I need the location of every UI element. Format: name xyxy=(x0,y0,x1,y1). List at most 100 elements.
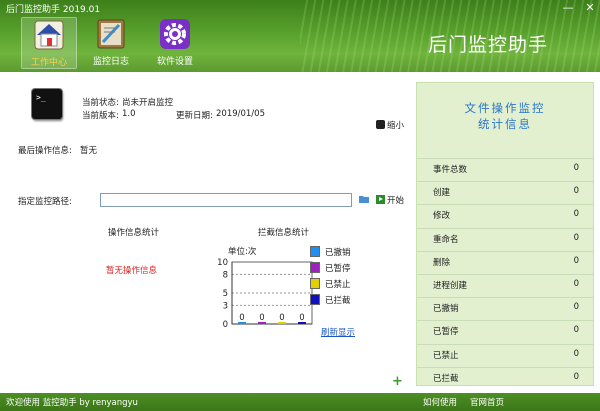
app-header: 后门监控助手 2019.01 — ✕ 后门监控助手 工作中心 监控日志 软件设置 xyxy=(0,0,600,72)
homepage-link[interactable]: 官网首页 xyxy=(470,396,504,408)
row-divider xyxy=(417,297,593,299)
stats-row-value: 0 xyxy=(573,279,579,289)
main-content: >_ 当前状态: 尚未开启监控 当前版本: 1.0 更新日期: 2019/01/… xyxy=(0,72,600,393)
nav-monitor-log[interactable]: 监控日志 xyxy=(83,17,139,69)
stats-row: 进程创建 0 xyxy=(417,274,593,296)
row-divider xyxy=(417,250,593,252)
last-op-value: 暂无 xyxy=(80,146,98,156)
stats-panel: 文件操作监控 统计信息 事件总数 0 创建 0 修改 0 重命名 0 删除 0 进程创建 0 已撤销 0 已… xyxy=(416,82,594,386)
stats-row-value: 0 xyxy=(573,232,579,243)
state-label: 当前状态: xyxy=(82,98,119,108)
stats-row-value: 0 xyxy=(573,186,579,197)
window-controls: — ✕ xyxy=(562,1,596,14)
row-divider xyxy=(417,320,593,322)
stats-row: 事件总数 0 xyxy=(417,158,593,180)
intercept-chart: 10 8 5 3 0 0 0 0 0 xyxy=(217,258,313,330)
y-tick-label: 0 xyxy=(223,320,228,330)
shrink-icon xyxy=(376,120,385,129)
row-divider xyxy=(417,158,593,159)
refresh-link[interactable]: 刷新显示 xyxy=(321,326,355,338)
stats-row-value: 0 xyxy=(573,371,579,382)
chart-legend: 已撤销 已暂停 已禁止 已拦截 xyxy=(310,246,370,306)
stats-row: 删除 0 xyxy=(417,250,593,273)
stats-row-value: 0 xyxy=(573,325,579,336)
shrink-label: 缩小 xyxy=(387,121,405,131)
legend-swatch xyxy=(310,294,320,305)
stats-title-line1: 文件操作监控 xyxy=(464,101,546,115)
bar-value-label: 0 xyxy=(239,313,244,323)
log-icon xyxy=(95,18,127,50)
stats-row: 已暂停 0 xyxy=(417,320,593,342)
stats-row-label: 已撤销 xyxy=(433,304,459,315)
row-divider xyxy=(417,274,593,275)
stats-row-value: 0 xyxy=(573,163,579,173)
terminal-icon: >_ xyxy=(32,89,62,119)
folder-browse-icon[interactable] xyxy=(358,193,370,208)
stats-row-label: 事件总数 xyxy=(433,165,468,175)
stats-row: 已拦截 0 xyxy=(417,366,593,389)
version-label: 当前版本: xyxy=(82,111,119,121)
stats-row-label: 创建 xyxy=(433,188,451,199)
add-button[interactable]: + xyxy=(392,374,403,389)
app-brand: 后门监控助手 xyxy=(428,34,549,56)
stats-row-label: 已暂停 xyxy=(433,327,459,338)
play-icon xyxy=(376,195,385,204)
stats-row-label: 重命名 xyxy=(433,234,459,245)
minimize-button[interactable]: — xyxy=(562,1,574,14)
stats-row-label: 已禁止 xyxy=(433,350,459,361)
version-value: 1.0 xyxy=(122,109,136,119)
nav-software-settings[interactable]: 软件设置 xyxy=(147,17,203,69)
stats-row-label: 进程创建 xyxy=(433,281,468,291)
op-stats-empty: 暂无操作信息 xyxy=(106,266,158,276)
stats-row-value: 0 xyxy=(573,302,579,313)
update-label: 更新日期: xyxy=(176,111,213,121)
nav-label: 监控日志 xyxy=(92,57,129,67)
close-button[interactable]: ✕ xyxy=(584,1,596,14)
y-tick-label: 8 xyxy=(223,270,228,280)
row-divider xyxy=(417,343,593,345)
work-panel: >_ 当前状态: 尚未开启监控 当前版本: 1.0 更新日期: 2019/01/… xyxy=(18,82,416,389)
house-icon xyxy=(33,19,65,51)
monitor-path-input[interactable] xyxy=(100,193,352,207)
help-link[interactable]: 如何使用 xyxy=(423,396,457,408)
bar-value-label: 0 xyxy=(279,313,284,323)
legend-label: 已禁止 xyxy=(325,280,351,290)
bar-value-label: 0 xyxy=(299,313,304,323)
stats-row: 重命名 0 xyxy=(417,227,593,250)
nav-work-center[interactable]: 工作中心 xyxy=(21,17,77,69)
stats-row-label: 删除 xyxy=(433,257,451,268)
nav-label: 工作中心 xyxy=(30,58,67,68)
op-stats-title: 操作信息统计 xyxy=(108,228,160,238)
stats-row: 已禁止 0 xyxy=(417,343,593,366)
stats-row-value: 0 xyxy=(573,348,579,359)
legend-label: 已暂停 xyxy=(325,264,351,274)
row-divider xyxy=(417,204,593,206)
chart-title: 拦截信息统计 xyxy=(258,228,310,238)
row-divider xyxy=(417,227,593,229)
update-value: 2019/01/05 xyxy=(216,109,265,119)
stats-row: 已撤销 0 xyxy=(417,297,593,319)
start-button[interactable]: 开始 xyxy=(376,194,404,206)
y-tick-label: 3 xyxy=(223,301,228,311)
stats-title-line2: 统计信息 xyxy=(478,117,532,131)
path-label: 指定监控路径: xyxy=(18,197,72,207)
y-tick-label: 10 xyxy=(217,258,228,268)
start-label: 开始 xyxy=(387,196,405,206)
stats-row-value: 0 xyxy=(573,209,579,220)
status-bar: 欢迎使用 监控助手 by renyangyu 如何使用 官网首页 xyxy=(0,393,600,411)
legend-swatch xyxy=(310,246,320,257)
stats-row-label: 修改 xyxy=(433,211,451,222)
last-op-label: 最后操作信息: xyxy=(18,146,72,156)
stats-row-value: 0 xyxy=(573,255,579,266)
legend-swatch xyxy=(310,278,320,289)
nav-label: 软件设置 xyxy=(156,57,193,67)
legend-swatch xyxy=(310,262,320,273)
legend-label: 已拦截 xyxy=(325,296,351,306)
welcome-text: 欢迎使用 监控助手 by renyangyu xyxy=(6,398,138,408)
stats-row: 修改 0 xyxy=(417,204,593,226)
stats-row-label: 已拦截 xyxy=(433,373,459,384)
window-title: 后门监控助手 2019.01 xyxy=(6,5,101,15)
row-divider xyxy=(417,366,593,368)
shrink-button[interactable]: 缩小 xyxy=(376,119,404,131)
bar-value-label: 0 xyxy=(259,313,264,323)
